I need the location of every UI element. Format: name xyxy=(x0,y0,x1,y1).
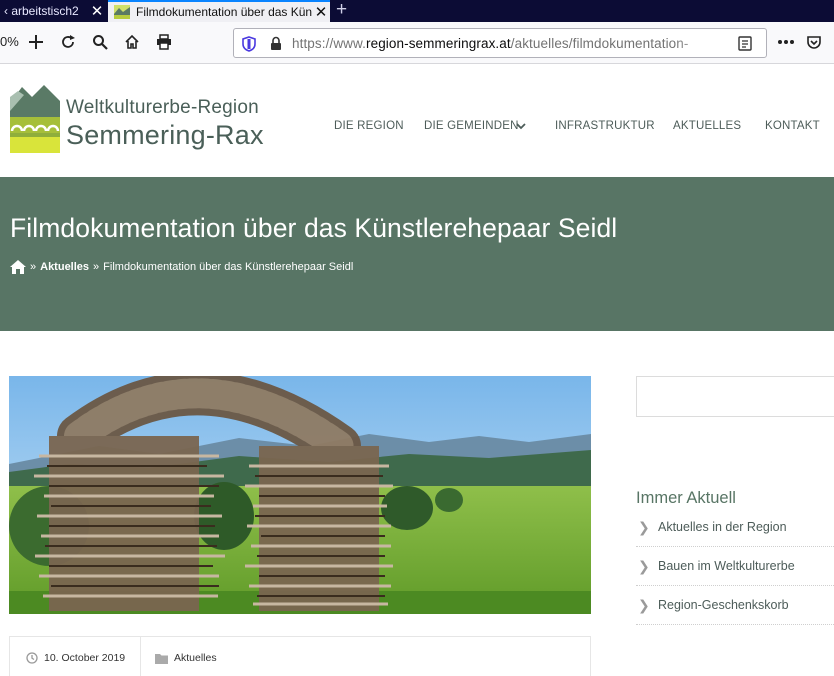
menu-item-aktuelles[interactable]: AKTUELLES xyxy=(673,120,741,132)
new-tab-icon[interactable]: + xyxy=(336,0,347,21)
print-icon[interactable] xyxy=(154,32,174,52)
sidebar-link-label[interactable]: Aktuelles in der Region xyxy=(658,520,787,534)
meta-divider xyxy=(140,637,141,676)
sculpture-photo xyxy=(9,376,591,614)
browser-tab-active[interactable]: Filmdokumentation über das Künstlerehepa… xyxy=(108,0,330,22)
sidebar-link-label[interactable]: Region-Geschenkskorb xyxy=(658,598,789,612)
sidebar-link-aktuelles-in-der-region[interactable]: ❯ Aktuelles in der Region xyxy=(636,508,834,547)
clock-icon xyxy=(26,652,38,664)
browser-tab-bar: ‹ arbeitstisch2 ✕ Filmdokumentation über… xyxy=(0,0,834,22)
tracking-protection-shield-icon[interactable] xyxy=(242,36,256,52)
sidebar-link-region-geschenkskorb[interactable]: ❯ Region-Geschenkskorb xyxy=(636,586,834,625)
folder-icon xyxy=(155,653,168,664)
url-fade xyxy=(674,31,719,55)
close-tab-icon[interactable]: ✕ xyxy=(88,4,106,19)
tab-title: Filmdokumentation über das Künstlerehepa… xyxy=(136,5,312,19)
page-actions-icon[interactable] xyxy=(776,32,796,52)
chevron-right-icon: ❯ xyxy=(638,557,650,574)
page-title: Filmdokumentation über das Künstlerehepa… xyxy=(10,213,618,243)
post-date: 10. October 2019 xyxy=(26,652,125,664)
url-path: /aktuelles/filmdokumentation- xyxy=(510,36,689,51)
menu-item-die-region[interactable]: DIE REGION xyxy=(334,120,404,132)
reload-icon[interactable] xyxy=(58,32,78,52)
breadcrumb-separator: » xyxy=(93,261,100,273)
zoom-in-icon[interactable] xyxy=(26,32,46,52)
chevron-down-icon[interactable] xyxy=(516,122,526,130)
site-header: Weltkulturerbe-Region Semmering-Rax DIE … xyxy=(0,65,834,177)
chevron-right-icon: ❯ xyxy=(638,518,650,535)
close-tab-icon[interactable]: ✕ xyxy=(312,5,330,20)
post-featured-image[interactable] xyxy=(9,376,591,614)
menu-item-die-gemeinden[interactable]: DIE GEMEINDEN xyxy=(424,120,519,132)
post-category[interactable]: Aktuelles xyxy=(155,652,217,664)
menu-item-infrastruktur[interactable]: INFRASTRUKTUR xyxy=(555,120,655,132)
tab-title: ‹ arbeitstisch2 xyxy=(4,4,79,18)
breadcrumb: » Aktuelles » Filmdokumentation über das… xyxy=(10,260,353,274)
chevron-right-icon: ❯ xyxy=(638,596,650,613)
url-domain: region-semmeringrax.at xyxy=(365,36,511,51)
breadcrumb-link-aktuelles[interactable]: Aktuelles xyxy=(40,261,89,273)
post-category-link[interactable]: Aktuelles xyxy=(174,652,217,664)
url-text[interactable]: https://www.region-semmeringrax.at/aktue… xyxy=(292,36,688,51)
url-prefix: https://www. xyxy=(292,36,366,51)
address-bar[interactable]: https://www.region-semmeringrax.at/aktue… xyxy=(233,28,767,58)
breadcrumb-current: Filmdokumentation über das Künstlerehepa… xyxy=(103,261,354,273)
region-logo-icon[interactable] xyxy=(10,81,60,153)
home-icon[interactable] xyxy=(122,32,142,52)
post-meta: 10. October 2019 Aktuelles xyxy=(9,636,591,676)
logo-title-line2[interactable]: Semmering-Rax xyxy=(66,120,264,151)
sidebar-link-bauen-im-weltkulturerbe[interactable]: ❯ Bauen im Weltkulturerbe xyxy=(636,547,834,586)
sidebar-link-label[interactable]: Bauen im Weltkulturerbe xyxy=(658,559,795,573)
post-date-text: 10. October 2019 xyxy=(44,652,126,664)
zoom-level[interactable]: 0% xyxy=(0,34,19,49)
page-hero: Filmdokumentation über das Künstlerehepa… xyxy=(0,177,834,331)
menu-item-kontakt[interactable]: KONTAKT xyxy=(765,120,820,132)
breadcrumb-separator: » xyxy=(30,261,37,273)
sidebar-search-box[interactable] xyxy=(636,376,834,417)
pocket-icon[interactable] xyxy=(804,32,824,52)
search-icon[interactable] xyxy=(90,32,110,52)
reader-view-icon[interactable] xyxy=(738,36,752,51)
logo-title-line1[interactable]: Weltkulturerbe-Region xyxy=(66,97,259,119)
lock-icon[interactable] xyxy=(270,36,282,51)
site-favicon-icon xyxy=(114,5,130,19)
sidebar-widget-title: Immer Aktuell xyxy=(636,489,736,507)
browser-tab-inactive[interactable]: ‹ arbeitstisch2 ✕ xyxy=(0,0,106,22)
browser-toolbar: 0% https://www.region-semmeringrax.at/ak… xyxy=(0,22,834,64)
home-icon[interactable] xyxy=(10,260,26,274)
